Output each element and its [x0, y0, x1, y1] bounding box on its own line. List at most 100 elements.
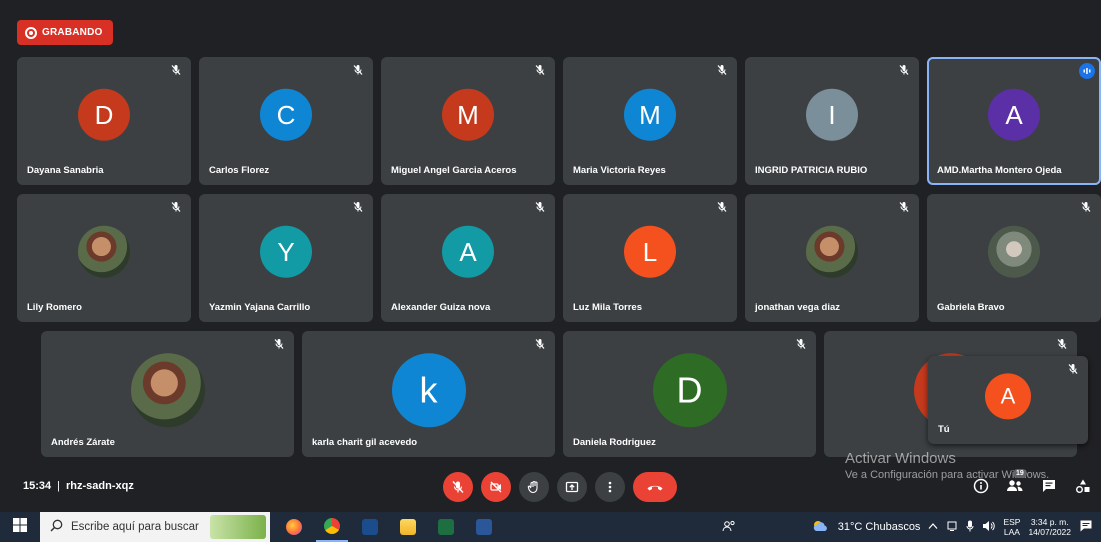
meeting-separator: |	[57, 480, 60, 492]
participant-name: karla charit gil acevedo	[312, 437, 418, 448]
participant-avatar: k	[391, 353, 466, 428]
people-tray-icon[interactable]	[722, 520, 736, 535]
more-icon	[603, 480, 617, 494]
microphone-tray-icon[interactable]	[966, 520, 974, 535]
mic-off-icon	[1056, 338, 1068, 350]
self-view-tile[interactable]: A Tú	[928, 356, 1088, 444]
windows-logo-icon	[13, 517, 27, 537]
participant-tile[interactable]: M Miguel Angel Garcia Aceros	[381, 57, 555, 185]
mic-off-icon	[170, 64, 182, 76]
hand-icon	[527, 480, 541, 494]
participant-tile[interactable]: I INGRID PATRICIA RUBIO	[745, 57, 919, 185]
taskbar-app-word[interactable]	[468, 512, 500, 542]
camera-toggle-button[interactable]	[481, 472, 511, 502]
firefox-icon	[286, 519, 302, 535]
speaking-indicator-icon	[1079, 63, 1095, 79]
participant-name: jonathan vega diaz	[755, 302, 840, 313]
participant-tile[interactable]: k karla charit gil acevedo	[302, 331, 555, 457]
system-tray: 31°C Chubascos ESP LAA 3:34 p. m. 14/07/…	[722, 512, 1101, 542]
participant-tile[interactable]: C Carlos Florez	[199, 57, 373, 185]
mic-off-icon	[1080, 201, 1092, 213]
more-options-button[interactable]	[595, 472, 625, 502]
participant-photo	[988, 225, 1040, 278]
self-avatar: A	[985, 373, 1031, 420]
folder-icon	[400, 519, 416, 535]
taskbar-app-excel[interactable]	[430, 512, 462, 542]
chat-icon	[1041, 478, 1057, 499]
volume-icon[interactable]	[982, 520, 996, 535]
mic-off-icon	[534, 64, 546, 76]
language-code: ESP	[1003, 517, 1021, 527]
participant-photo	[130, 353, 205, 428]
participant-tile[interactable]: D Daniela Rodriguez	[563, 331, 816, 457]
participant-name: Carlos Florez	[209, 165, 270, 176]
participant-avatar: D	[652, 353, 727, 428]
mic-off-icon	[795, 338, 807, 350]
mic-off-icon	[170, 201, 182, 213]
participant-tile[interactable]: A Alexander Guiza nova	[381, 194, 555, 322]
mic-off-icon	[352, 201, 364, 213]
chat-button[interactable]	[1039, 478, 1059, 498]
input-language-indicator[interactable]: ESP LAA	[1003, 517, 1020, 537]
meeting-bottom-bar: 15:34 | rhz-sadn-xqz 19	[0, 469, 1101, 512]
participant-avatar: L	[624, 225, 676, 278]
leave-call-button[interactable]	[633, 472, 677, 502]
participant-name: Daniela Rodriguez	[573, 437, 656, 448]
meeting-time: 15:34	[23, 480, 52, 492]
mic-off-icon	[352, 64, 364, 76]
participant-avatar: I	[806, 88, 858, 141]
mic-off-icon	[534, 201, 546, 213]
search-highlight-image	[210, 515, 266, 539]
participant-tile[interactable]: Andrés Zárate	[41, 331, 294, 457]
participant-name: Andrés Zárate	[51, 437, 115, 448]
mic-off-icon	[1067, 363, 1079, 375]
participant-tile[interactable]: A AMD.Martha Montero Ojeda	[927, 57, 1101, 185]
participant-avatar: M	[442, 88, 494, 141]
clock[interactable]: 3:34 p. m. 14/07/2022	[1028, 517, 1071, 537]
participant-tile[interactable]: Lily Romero	[17, 194, 191, 322]
participant-tile[interactable]: Gabriela Bravo	[927, 194, 1101, 322]
mic-off-icon	[273, 338, 285, 350]
present-button[interactable]	[557, 472, 587, 502]
weather-icon	[812, 519, 830, 536]
participant-name: Luz Mila Torres	[573, 302, 642, 313]
mic-off-icon	[898, 201, 910, 213]
participant-tile[interactable]: jonathan vega diaz	[745, 194, 919, 322]
participant-avatar: Y	[260, 225, 312, 278]
participant-name: Dayana Sanabria	[27, 165, 104, 176]
participant-name: Alexander Guiza nova	[391, 302, 491, 313]
camera-off-icon	[489, 480, 503, 494]
raise-hand-button[interactable]	[519, 472, 549, 502]
participant-name: AMD.Martha Montero Ojeda	[937, 165, 1062, 176]
participant-tile[interactable]: Y Yazmin Yajana Carrillo	[199, 194, 373, 322]
participant-name: Maria Victoria Reyes	[573, 165, 666, 176]
people-icon	[1006, 478, 1024, 499]
network-icon[interactable]	[946, 520, 958, 535]
word-icon	[476, 519, 492, 535]
meeting-details-button[interactable]	[971, 478, 991, 498]
phone-end-icon	[646, 482, 664, 492]
participant-photo	[78, 225, 130, 278]
taskbar-search-box[interactable]: Escribe aquí para buscar	[40, 512, 270, 542]
taskbar-app-chrome[interactable]	[316, 512, 348, 542]
search-placeholder: Escribe aquí para buscar	[71, 521, 199, 533]
keyboard-layout-code: LAA	[1003, 527, 1020, 537]
mic-toggle-button[interactable]	[443, 472, 473, 502]
watermark-title: Activar Windows	[845, 450, 956, 467]
taskbar-app-file-explorer[interactable]	[392, 512, 424, 542]
participant-name: INGRID PATRICIA RUBIO	[755, 165, 868, 176]
taskbar-app-firefox[interactable]	[278, 512, 310, 542]
present-icon	[565, 480, 579, 494]
people-count-badge: 19	[1013, 469, 1027, 478]
chevron-up-icon[interactable]	[928, 521, 938, 533]
people-button[interactable]: 19	[1005, 469, 1027, 499]
activities-button[interactable]	[1073, 478, 1093, 498]
start-button[interactable]	[0, 512, 40, 542]
participant-avatar: A	[442, 225, 494, 278]
participant-tile[interactable]: L Luz Mila Torres	[563, 194, 737, 322]
weather-label[interactable]: 31°C Chubascos	[838, 521, 921, 533]
participant-tile[interactable]: D Dayana Sanabria	[17, 57, 191, 185]
notifications-icon[interactable]	[1079, 519, 1093, 536]
participant-tile[interactable]: M Maria Victoria Reyes	[563, 57, 737, 185]
taskbar-app-3cx[interactable]	[354, 512, 386, 542]
